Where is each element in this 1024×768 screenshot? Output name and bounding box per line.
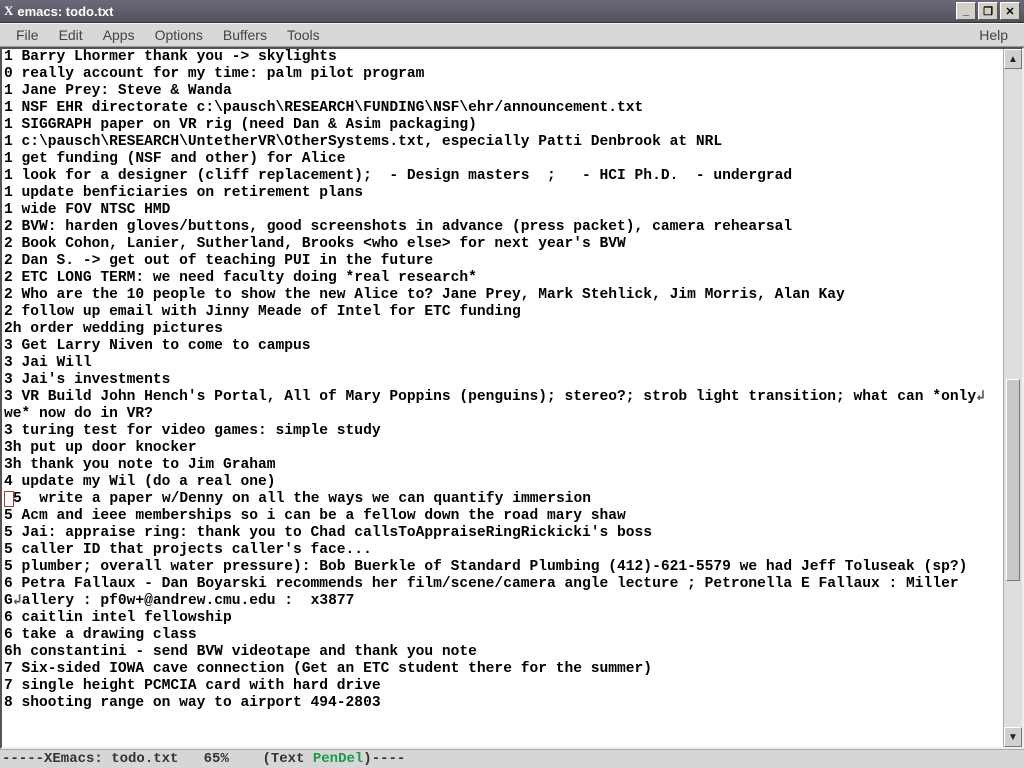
buffer-line[interactable]: 5 Jai: appraise ring: thank you to Chad …: [4, 525, 1001, 542]
buffer-line[interactable]: 1 wide FOV NTSC HMD: [4, 202, 1001, 219]
buffer-line[interactable]: 1 Jane Prey: Steve & Wanda: [4, 83, 1001, 100]
buffer-line[interactable]: 1 look for a designer (cliff replacement…: [4, 168, 1001, 185]
buffer-line[interactable]: 3 VR Build John Hench's Portal, All of M…: [4, 389, 1001, 423]
buffer-line[interactable]: 6 Petra Fallaux - Dan Boyarski recommend…: [4, 576, 1001, 610]
line-wrap-icon: ↲: [976, 389, 985, 405]
buffer-line[interactable]: 5 caller ID that projects caller's face.…: [4, 542, 1001, 559]
modeline-mode-close: )----: [363, 751, 405, 767]
buffer-line[interactable]: 5 plumber; overall water pressure): Bob …: [4, 559, 1001, 576]
buffer-line[interactable]: 2h order wedding pictures: [4, 321, 1001, 338]
menu-buffers[interactable]: Buffers: [213, 25, 277, 45]
modeline-buffer-name: todo.txt: [111, 751, 178, 767]
menu-options[interactable]: Options: [145, 25, 213, 45]
buffer-line[interactable]: 2 ETC LONG TERM: we need faculty doing *…: [4, 270, 1001, 287]
buffer-line[interactable]: 3 turing test for video games: simple st…: [4, 423, 1001, 440]
buffer-line[interactable]: 2 follow up email with Jinny Meade of In…: [4, 304, 1001, 321]
buffer-line[interactable]: 0 really account for my time: palm pilot…: [4, 66, 1001, 83]
buffer-line[interactable]: 7 Six-sided IOWA cave connection (Get an…: [4, 661, 1001, 678]
buffer-line[interactable]: 6 caitlin intel fellowship: [4, 610, 1001, 627]
text-cursor: [4, 491, 14, 507]
editor-frame: 1 Barry Lhormer thank you -> skylights0 …: [0, 47, 1024, 749]
buffer-line[interactable]: 2 Book Cohon, Lanier, Sutherland, Brooks…: [4, 236, 1001, 253]
app-system-icon[interactable]: X: [4, 3, 13, 19]
menu-file[interactable]: File: [6, 25, 49, 45]
menu-help[interactable]: Help: [969, 25, 1018, 45]
buffer-line[interactable]: 6 take a drawing class: [4, 627, 1001, 644]
buffer-line[interactable]: 1 Barry Lhormer thank you -> skylights: [4, 49, 1001, 66]
buffer-line[interactable]: 3 Get Larry Niven to come to campus: [4, 338, 1001, 355]
text-buffer[interactable]: 1 Barry Lhormer thank you -> skylights0 …: [2, 49, 1003, 747]
buffer-line[interactable]: 1 get funding (NSF and other) for Alice: [4, 151, 1001, 168]
buffer-line[interactable]: 6h constantini - send BVW videotape and …: [4, 644, 1001, 661]
vertical-scrollbar[interactable]: ▲ ▼: [1003, 49, 1022, 747]
scroll-thumb[interactable]: [1006, 379, 1020, 581]
scroll-down-icon[interactable]: ▼: [1004, 727, 1022, 747]
buffer-line[interactable]: 1 SIGGRAPH paper on VR rig (need Dan & A…: [4, 117, 1001, 134]
buffer-line[interactable]: 8 shooting range on way to airport 494-2…: [4, 695, 1001, 712]
buffer-line[interactable]: 2 Dan S. -> get out of teaching PUI in t…: [4, 253, 1001, 270]
modeline-percent: 65%: [178, 751, 228, 767]
buffer-line[interactable]: 1 c:\pausch\RESEARCH\UntetherVR\OtherSys…: [4, 134, 1001, 151]
modeline: -----XEmacs: todo.txt 65% (Text PenDel)-…: [0, 749, 1024, 768]
line-wrap-icon: ↲: [13, 593, 22, 609]
buffer-line[interactable]: 3h put up door knocker: [4, 440, 1001, 457]
buffer-line[interactable]: 5 Acm and ieee memberships so i can be a…: [4, 508, 1001, 525]
menu-tools[interactable]: Tools: [277, 25, 330, 45]
buffer-line[interactable]: 1 update benficiaries on retirement plan…: [4, 185, 1001, 202]
buffer-line[interactable]: 3 Jai's investments: [4, 372, 1001, 389]
buffer-line[interactable]: 5 write a paper w/Denny on all the ways …: [4, 491, 1001, 508]
scroll-up-icon[interactable]: ▲: [1004, 49, 1022, 69]
buffer-line[interactable]: 4 update my Wil (do a real one): [4, 474, 1001, 491]
window-title: emacs: todo.txt: [17, 4, 113, 19]
menubar: File Edit Apps Options Buffers Tools Hel…: [0, 23, 1024, 47]
buffer-line[interactable]: 3 Jai Will: [4, 355, 1001, 372]
menu-edit[interactable]: Edit: [49, 25, 93, 45]
menu-apps[interactable]: Apps: [93, 25, 145, 45]
window-controls: _ ❐ ✕: [956, 2, 1020, 20]
modeline-prefix: -----XEmacs:: [2, 751, 111, 767]
buffer-line[interactable]: 3h thank you note to Jim Graham: [4, 457, 1001, 474]
app-window: X emacs: todo.txt _ ❐ ✕ File Edit Apps O…: [0, 0, 1024, 768]
modeline-mode-open: (Text: [229, 751, 313, 767]
buffer-line[interactable]: 2 BVW: harden gloves/buttons, good scree…: [4, 219, 1001, 236]
buffer-line[interactable]: 2 Who are the 10 people to show the new …: [4, 287, 1001, 304]
minimize-button[interactable]: _: [956, 2, 976, 20]
buffer-line[interactable]: 7 single height PCMCIA card with hard dr…: [4, 678, 1001, 695]
maximize-button[interactable]: ❐: [978, 2, 998, 20]
buffer-line[interactable]: 1 NSF EHR directorate c:\pausch\RESEARCH…: [4, 100, 1001, 117]
close-button[interactable]: ✕: [1000, 2, 1020, 20]
titlebar[interactable]: X emacs: todo.txt _ ❐ ✕: [0, 0, 1024, 23]
modeline-minor-mode: PenDel: [313, 751, 363, 767]
